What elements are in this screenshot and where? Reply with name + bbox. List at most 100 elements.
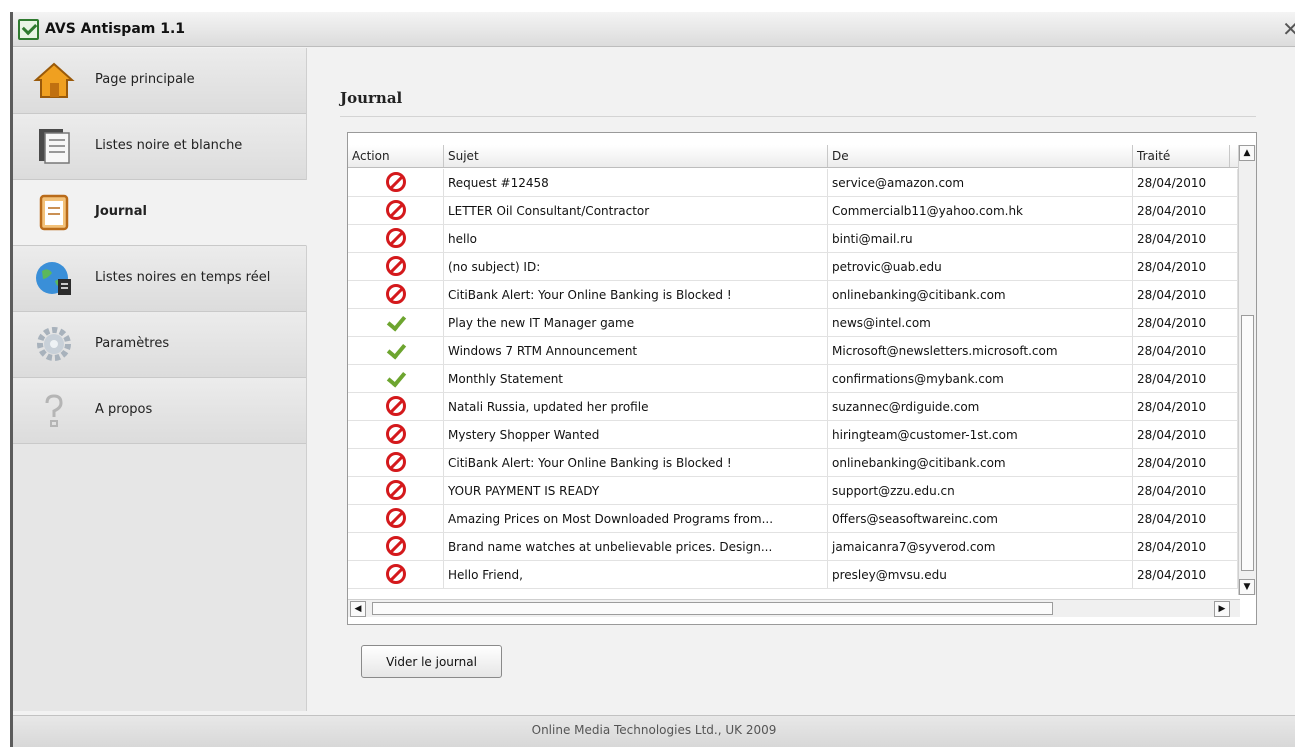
date-cell: 28/04/2010: [1133, 253, 1238, 280]
subject-cell: LETTER Oil Consultant/Contractor: [444, 197, 828, 224]
table-body: Request #12458 service@amazon.com 28/04/20…: [348, 169, 1238, 589]
table-row[interactable]: Hello Friend, presley@mvsu.edu 28/04/2010: [348, 561, 1238, 589]
question-icon: [45, 394, 63, 427]
table-row[interactable]: Play the new IT Manager game news@intel.c…: [348, 309, 1238, 337]
subject-cell: YOUR PAYMENT IS READY: [444, 477, 828, 504]
blocked-icon: [385, 256, 406, 276]
app-logo-icon: [18, 19, 39, 40]
blocked-icon: [385, 536, 406, 556]
subject-cell: Monthly Statement: [444, 365, 828, 392]
table-row[interactable]: CitiBank Alert: Your Online Banking is B…: [348, 281, 1238, 309]
table-header: Action Sujet De Traité: [348, 145, 1248, 168]
sidebar-item-page-principale[interactable]: Page principale: [13, 48, 306, 114]
scroll-up-icon[interactable]: ▲: [1239, 145, 1255, 161]
scroll-down-icon[interactable]: ▼: [1239, 579, 1255, 595]
table-row[interactable]: Monthly Statement confirmations@mybank.co…: [348, 365, 1238, 393]
table-row[interactable]: Natali Russia, updated her profile suzann…: [348, 393, 1238, 421]
table-row[interactable]: Windows 7 RTM Announcement Microsoft@news…: [348, 337, 1238, 365]
action-cell: [348, 505, 444, 532]
close-icon[interactable]: ✕: [1282, 17, 1295, 41]
subject-cell: CitiBank Alert: Your Online Banking is B…: [444, 281, 828, 308]
action-cell: [348, 533, 444, 560]
action-cell: [348, 281, 444, 308]
table-row[interactable]: Request #12458 service@amazon.com 28/04/20…: [348, 169, 1238, 197]
table-row[interactable]: Brand name watches at unbelievable price…: [348, 533, 1238, 561]
action-cell: [348, 309, 444, 336]
blocked-icon: [385, 200, 406, 220]
table-row[interactable]: Amazing Prices on Most Downloaded Progra…: [348, 505, 1238, 533]
date-cell: 28/04/2010: [1133, 421, 1238, 448]
subject-cell: Hello Friend,: [444, 561, 828, 588]
subject-cell: (no subject) ID:: [444, 253, 828, 280]
horizontal-scrollbar[interactable]: ◀ ▶: [348, 599, 1240, 617]
action-cell: [348, 365, 444, 392]
subject-cell: Request #12458: [444, 169, 828, 196]
column-header-de[interactable]: De: [828, 145, 1133, 167]
clear-journal-button[interactable]: Vider le journal: [361, 645, 502, 678]
list-document-icon: [39, 129, 70, 164]
subject-cell: Brand name watches at unbelievable price…: [444, 533, 828, 560]
table-row[interactable]: YOUR PAYMENT IS READY support@zzu.edu.cn 2…: [348, 477, 1238, 505]
date-cell: 28/04/2010: [1133, 197, 1238, 224]
sender-cell: onlinebanking@citibank.com: [828, 281, 1133, 308]
date-cell: 28/04/2010: [1133, 505, 1238, 532]
blocked-icon: [385, 564, 406, 584]
window-title: AVS Antispam 1.1: [45, 21, 186, 37]
action-cell: [348, 421, 444, 448]
blocked-icon: [385, 480, 406, 500]
date-cell: 28/04/2010: [1133, 477, 1238, 504]
date-cell: 28/04/2010: [1133, 365, 1238, 392]
action-cell: [348, 169, 444, 196]
subject-cell: Amazing Prices on Most Downloaded Progra…: [444, 505, 828, 532]
date-cell: 28/04/2010: [1133, 449, 1238, 476]
table-row[interactable]: hello binti@mail.ru 28/04/2010: [348, 225, 1238, 253]
blocked-icon: [385, 172, 406, 192]
sidebar-item-label: Paramètres: [95, 336, 170, 351]
date-cell: 28/04/2010: [1133, 281, 1238, 308]
blocked-icon: [385, 452, 406, 472]
subject-cell: CitiBank Alert: Your Online Banking is B…: [444, 449, 828, 476]
sidebar-item-label: Journal: [95, 204, 147, 219]
blocked-icon: [385, 508, 406, 528]
table-row[interactable]: (no subject) ID: petrovic@uab.edu 28/04/20…: [348, 253, 1238, 281]
vertical-scroll-thumb[interactable]: [1241, 315, 1254, 571]
sender-cell: petrovic@uab.edu: [828, 253, 1133, 280]
table-row[interactable]: Mystery Shopper Wanted hiringteam@custome…: [348, 421, 1238, 449]
sidebar-item-listes-noire-blanche[interactable]: Listes noire et blanche: [13, 114, 306, 180]
journal-table: Action Sujet De Traité Request #12458 ser…: [347, 132, 1257, 625]
sidebar-item-a-propos[interactable]: A propos: [13, 378, 306, 444]
blocked-icon: [385, 396, 406, 416]
table-row[interactable]: CitiBank Alert: Your Online Banking is B…: [348, 449, 1238, 477]
scroll-left-icon[interactable]: ◀: [350, 601, 366, 617]
date-cell: 28/04/2010: [1133, 561, 1238, 588]
table-row[interactable]: LETTER Oil Consultant/Contractor Commerci…: [348, 197, 1238, 225]
sender-cell: suzannec@rdiguide.com: [828, 393, 1133, 420]
sidebar-item-journal[interactable]: Journal: [13, 180, 307, 246]
sender-cell: 0ffers@seasoftwareinc.com: [828, 505, 1133, 532]
date-cell: 28/04/2010: [1133, 225, 1238, 252]
subject-cell: Windows 7 RTM Announcement: [444, 337, 828, 364]
sidebar-item-label: Page principale: [95, 72, 195, 87]
scroll-right-icon[interactable]: ▶: [1214, 601, 1230, 617]
title-divider: [340, 116, 1256, 117]
subject-cell: Natali Russia, updated her profile: [444, 393, 828, 420]
sidebar-item-parametres[interactable]: Paramètres: [13, 312, 306, 378]
horizontal-scroll-thumb[interactable]: [372, 602, 1053, 615]
column-header-traite[interactable]: Traité: [1133, 145, 1230, 167]
column-header-action[interactable]: Action: [348, 145, 444, 167]
sender-cell: Microsoft@newsletters.microsoft.com: [828, 337, 1133, 364]
column-header-sujet[interactable]: Sujet: [444, 145, 828, 167]
subject-cell: Mystery Shopper Wanted: [444, 421, 828, 448]
sender-cell: binti@mail.ru: [828, 225, 1133, 252]
title-bar: AVS Antispam 1.1 ✕: [13, 12, 1295, 47]
vertical-scrollbar[interactable]: ▲ ▼: [1238, 145, 1256, 595]
action-cell: [348, 197, 444, 224]
sender-cell: presley@mvsu.edu: [828, 561, 1133, 588]
sender-cell: jamaicanra7@syverod.com: [828, 533, 1133, 560]
sidebar-item-listes-temps-reel[interactable]: Listes noires en temps réel: [13, 246, 306, 312]
subject-cell: hello: [444, 225, 828, 252]
action-cell: [348, 337, 444, 364]
subject-cell: Play the new IT Manager game: [444, 309, 828, 336]
date-cell: 28/04/2010: [1133, 533, 1238, 560]
sender-cell: hiringteam@customer-1st.com: [828, 421, 1133, 448]
